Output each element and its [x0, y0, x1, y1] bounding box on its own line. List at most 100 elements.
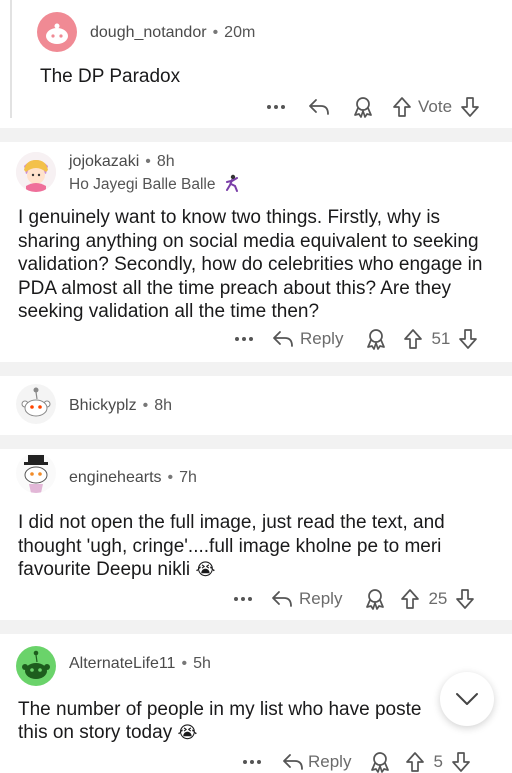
comment-separator — [0, 435, 512, 449]
comment-meta: dough_notandor • 20m — [90, 24, 256, 41]
downvote-arrow-icon — [452, 752, 470, 772]
comment-text: I did not open the full image, just read… — [18, 511, 488, 582]
award-button[interactable] — [352, 96, 374, 118]
downvote-button[interactable] — [458, 328, 478, 350]
vote-count: 25 — [428, 589, 448, 608]
more-dots-icon — [235, 337, 253, 341]
reply-button[interactable]: Reply — [272, 329, 343, 349]
reply-button[interactable] — [308, 97, 330, 117]
scroll-down-button[interactable] — [440, 672, 494, 726]
comment-meta: Bhickyplz • 8h — [69, 397, 172, 414]
reply-label: Reply — [300, 329, 344, 348]
snoo-avatar-icon — [22, 650, 50, 679]
upvote-arrow-icon — [401, 589, 420, 609]
comment-text-content: I did not open the full image, just read… — [18, 512, 445, 580]
avatar[interactable] — [16, 453, 56, 493]
timestamp: 8h — [156, 153, 175, 170]
reply-arrow-icon — [272, 591, 292, 607]
upvote-button[interactable] — [405, 751, 425, 773]
award-button[interactable] — [364, 588, 386, 610]
avatar[interactable] — [37, 12, 77, 52]
comment-actions: Reply 51 — [234, 324, 478, 354]
award-icon — [367, 329, 386, 350]
reply-label: Reply — [299, 589, 343, 608]
reply-arrow-icon — [273, 331, 293, 347]
upvote-arrow-icon — [404, 329, 423, 349]
avatar[interactable] — [16, 384, 56, 424]
thread-line[interactable] — [10, 0, 12, 118]
comment-text: The number of people in my list who have… — [18, 699, 422, 720]
username[interactable]: enginehearts — [69, 469, 162, 486]
avatar[interactable] — [16, 646, 56, 686]
more-dots-icon — [243, 760, 261, 764]
upvote-arrow-icon — [406, 752, 425, 772]
comment-text: The DP Paradox — [40, 66, 181, 87]
vote-count: Vote — [418, 97, 453, 116]
comment-text-line2: this on story today 😭 — [18, 721, 488, 745]
downvote-arrow-icon — [456, 589, 475, 609]
user-flair: Ho Jayegi Balle Balle — [69, 174, 240, 194]
upvote-button[interactable] — [403, 328, 423, 350]
award-button[interactable] — [369, 751, 391, 773]
comment-meta: AlternateLife11 • 5h — [69, 655, 211, 672]
timestamp: 20m — [224, 24, 256, 41]
upvote-button[interactable] — [392, 96, 412, 118]
avatar[interactable] — [16, 152, 56, 192]
snoo-avatar-icon — [21, 387, 51, 417]
reply-button[interactable]: Reply — [282, 752, 351, 772]
comment-text-content: this on story today — [18, 722, 173, 743]
more-button[interactable] — [234, 336, 254, 342]
reply-arrow-icon — [309, 99, 329, 115]
award-button[interactable] — [365, 328, 387, 350]
username[interactable]: AlternateLife11 — [69, 655, 175, 672]
username[interactable]: jojokazaki — [69, 153, 139, 170]
comment-item-collapsed[interactable]: Bhickyplz • 8h — [0, 376, 512, 435]
timestamp: 8h — [154, 397, 172, 414]
timestamp: 5h — [193, 655, 211, 672]
reply-label: Reply — [308, 752, 352, 771]
custom-avatar-icon — [24, 455, 48, 493]
comment-meta: enginehearts • 7h — [69, 469, 197, 486]
reply-button[interactable]: Reply — [271, 589, 342, 609]
comment-item: AlternateLife11 • 5h The number of people … — [0, 634, 512, 773]
downvote-arrow-icon — [459, 329, 478, 349]
more-dots-icon — [267, 105, 285, 109]
downvote-button[interactable] — [455, 588, 475, 610]
upvote-arrow-icon — [393, 97, 411, 117]
comment-text: I genuinely want to know two things. Fir… — [18, 207, 483, 322]
comment-separator — [0, 362, 512, 376]
dancing-person-icon — [225, 174, 238, 192]
username[interactable]: Bhickyplz — [69, 397, 137, 414]
award-icon — [371, 752, 390, 773]
reply-arrow-icon — [283, 754, 303, 770]
more-button[interactable] — [233, 596, 253, 602]
downvote-button[interactable] — [460, 96, 480, 118]
upvote-button[interactable] — [400, 588, 420, 610]
comment-separator — [0, 620, 512, 634]
comment-actions: Vote — [266, 92, 480, 122]
comment-item: dough_notandor • 20m The DP Paradox Vote — [0, 0, 512, 128]
comment-item: jojokazaki • 8h Ho Jayegi Balle Balle I ge… — [0, 142, 512, 362]
more-dots-icon — [234, 597, 252, 601]
snoo-avatar-icon — [46, 23, 68, 44]
flair-text: Ho Jayegi Balle Balle — [69, 176, 216, 193]
comment-separator — [0, 128, 512, 142]
loudly-crying-face-emoji: 😭 — [195, 560, 216, 579]
comment-actions: Reply 5 — [242, 747, 471, 773]
vote-count: 51 — [431, 329, 451, 348]
comment-item: enginehearts • 7h I did not open the full … — [0, 449, 512, 620]
award-icon — [354, 97, 372, 118]
downvote-button[interactable] — [451, 751, 471, 773]
vote-count: 5 — [433, 752, 443, 771]
award-icon — [366, 589, 385, 610]
comment-meta: jojokazaki • 8h — [69, 153, 175, 170]
more-button[interactable] — [266, 104, 286, 110]
downvote-arrow-icon — [461, 97, 479, 117]
chevron-down-icon — [456, 693, 478, 705]
comment-actions: Reply 25 — [233, 584, 475, 614]
username[interactable]: dough_notandor — [90, 24, 207, 41]
custom-avatar-icon — [16, 152, 56, 192]
timestamp: 7h — [179, 469, 197, 486]
loudly-crying-face-emoji: 😭 — [177, 723, 198, 742]
more-button[interactable] — [242, 759, 262, 765]
